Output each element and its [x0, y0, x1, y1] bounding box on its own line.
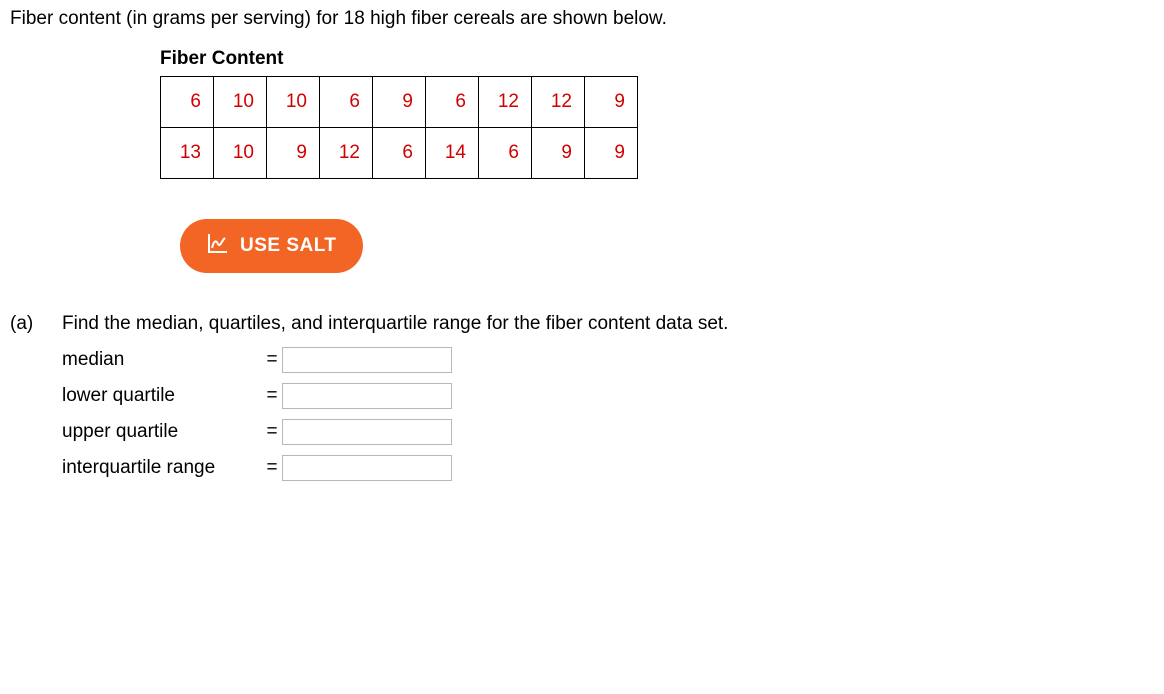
lower-quartile-label: lower quartile — [62, 385, 262, 407]
use-salt-label: USE SALT — [240, 235, 337, 257]
data-table-block: Fiber Content 6 10 10 6 9 6 12 12 9 13 1… — [160, 48, 1154, 179]
table-cell: 12 — [479, 77, 532, 128]
table-cell: 9 — [373, 77, 426, 128]
table-cell: 6 — [161, 77, 214, 128]
upper-quartile-label: upper quartile — [62, 421, 262, 443]
iqr-input[interactable] — [282, 455, 452, 481]
median-label: median — [62, 349, 262, 371]
table-cell: 14 — [426, 128, 479, 179]
table-cell: 9 — [585, 77, 638, 128]
iqr-label: interquartile range — [62, 457, 262, 479]
fiber-content-table: 6 10 10 6 9 6 12 12 9 13 10 9 12 6 14 6 … — [160, 76, 638, 179]
table-cell: 10 — [214, 77, 267, 128]
table-cell: 6 — [479, 128, 532, 179]
upper-quartile-input[interactable] — [282, 419, 452, 445]
part-a: (a) Find the median, quartiles, and inte… — [10, 313, 1154, 481]
table-cell: 10 — [267, 77, 320, 128]
part-a-marker: (a) — [10, 313, 44, 335]
table-cell: 9 — [585, 128, 638, 179]
table-cell: 6 — [426, 77, 479, 128]
table-row: 6 10 10 6 9 6 12 12 9 — [161, 77, 638, 128]
table-cell: 10 — [214, 128, 267, 179]
chart-icon — [206, 231, 230, 261]
table-cell: 6 — [320, 77, 373, 128]
table-cell: 13 — [161, 128, 214, 179]
table-row: 13 10 9 12 6 14 6 9 9 — [161, 128, 638, 179]
table-title: Fiber Content — [160, 48, 1154, 70]
table-cell: 12 — [320, 128, 373, 179]
part-a-prompt: Find the median, quartiles, and interqua… — [62, 313, 728, 335]
use-salt-button[interactable]: USE SALT — [180, 219, 363, 273]
answer-grid: median = lower quartile = upper quartile… — [62, 347, 728, 481]
table-cell: 6 — [373, 128, 426, 179]
table-cell: 9 — [267, 128, 320, 179]
equals-sign: = — [262, 457, 282, 479]
equals-sign: = — [262, 385, 282, 407]
lower-quartile-input[interactable] — [282, 383, 452, 409]
median-input[interactable] — [282, 347, 452, 373]
table-cell: 9 — [532, 128, 585, 179]
table-cell: 12 — [532, 77, 585, 128]
equals-sign: = — [262, 349, 282, 371]
equals-sign: = — [262, 421, 282, 443]
intro-text: Fiber content (in grams per serving) for… — [10, 8, 1154, 30]
